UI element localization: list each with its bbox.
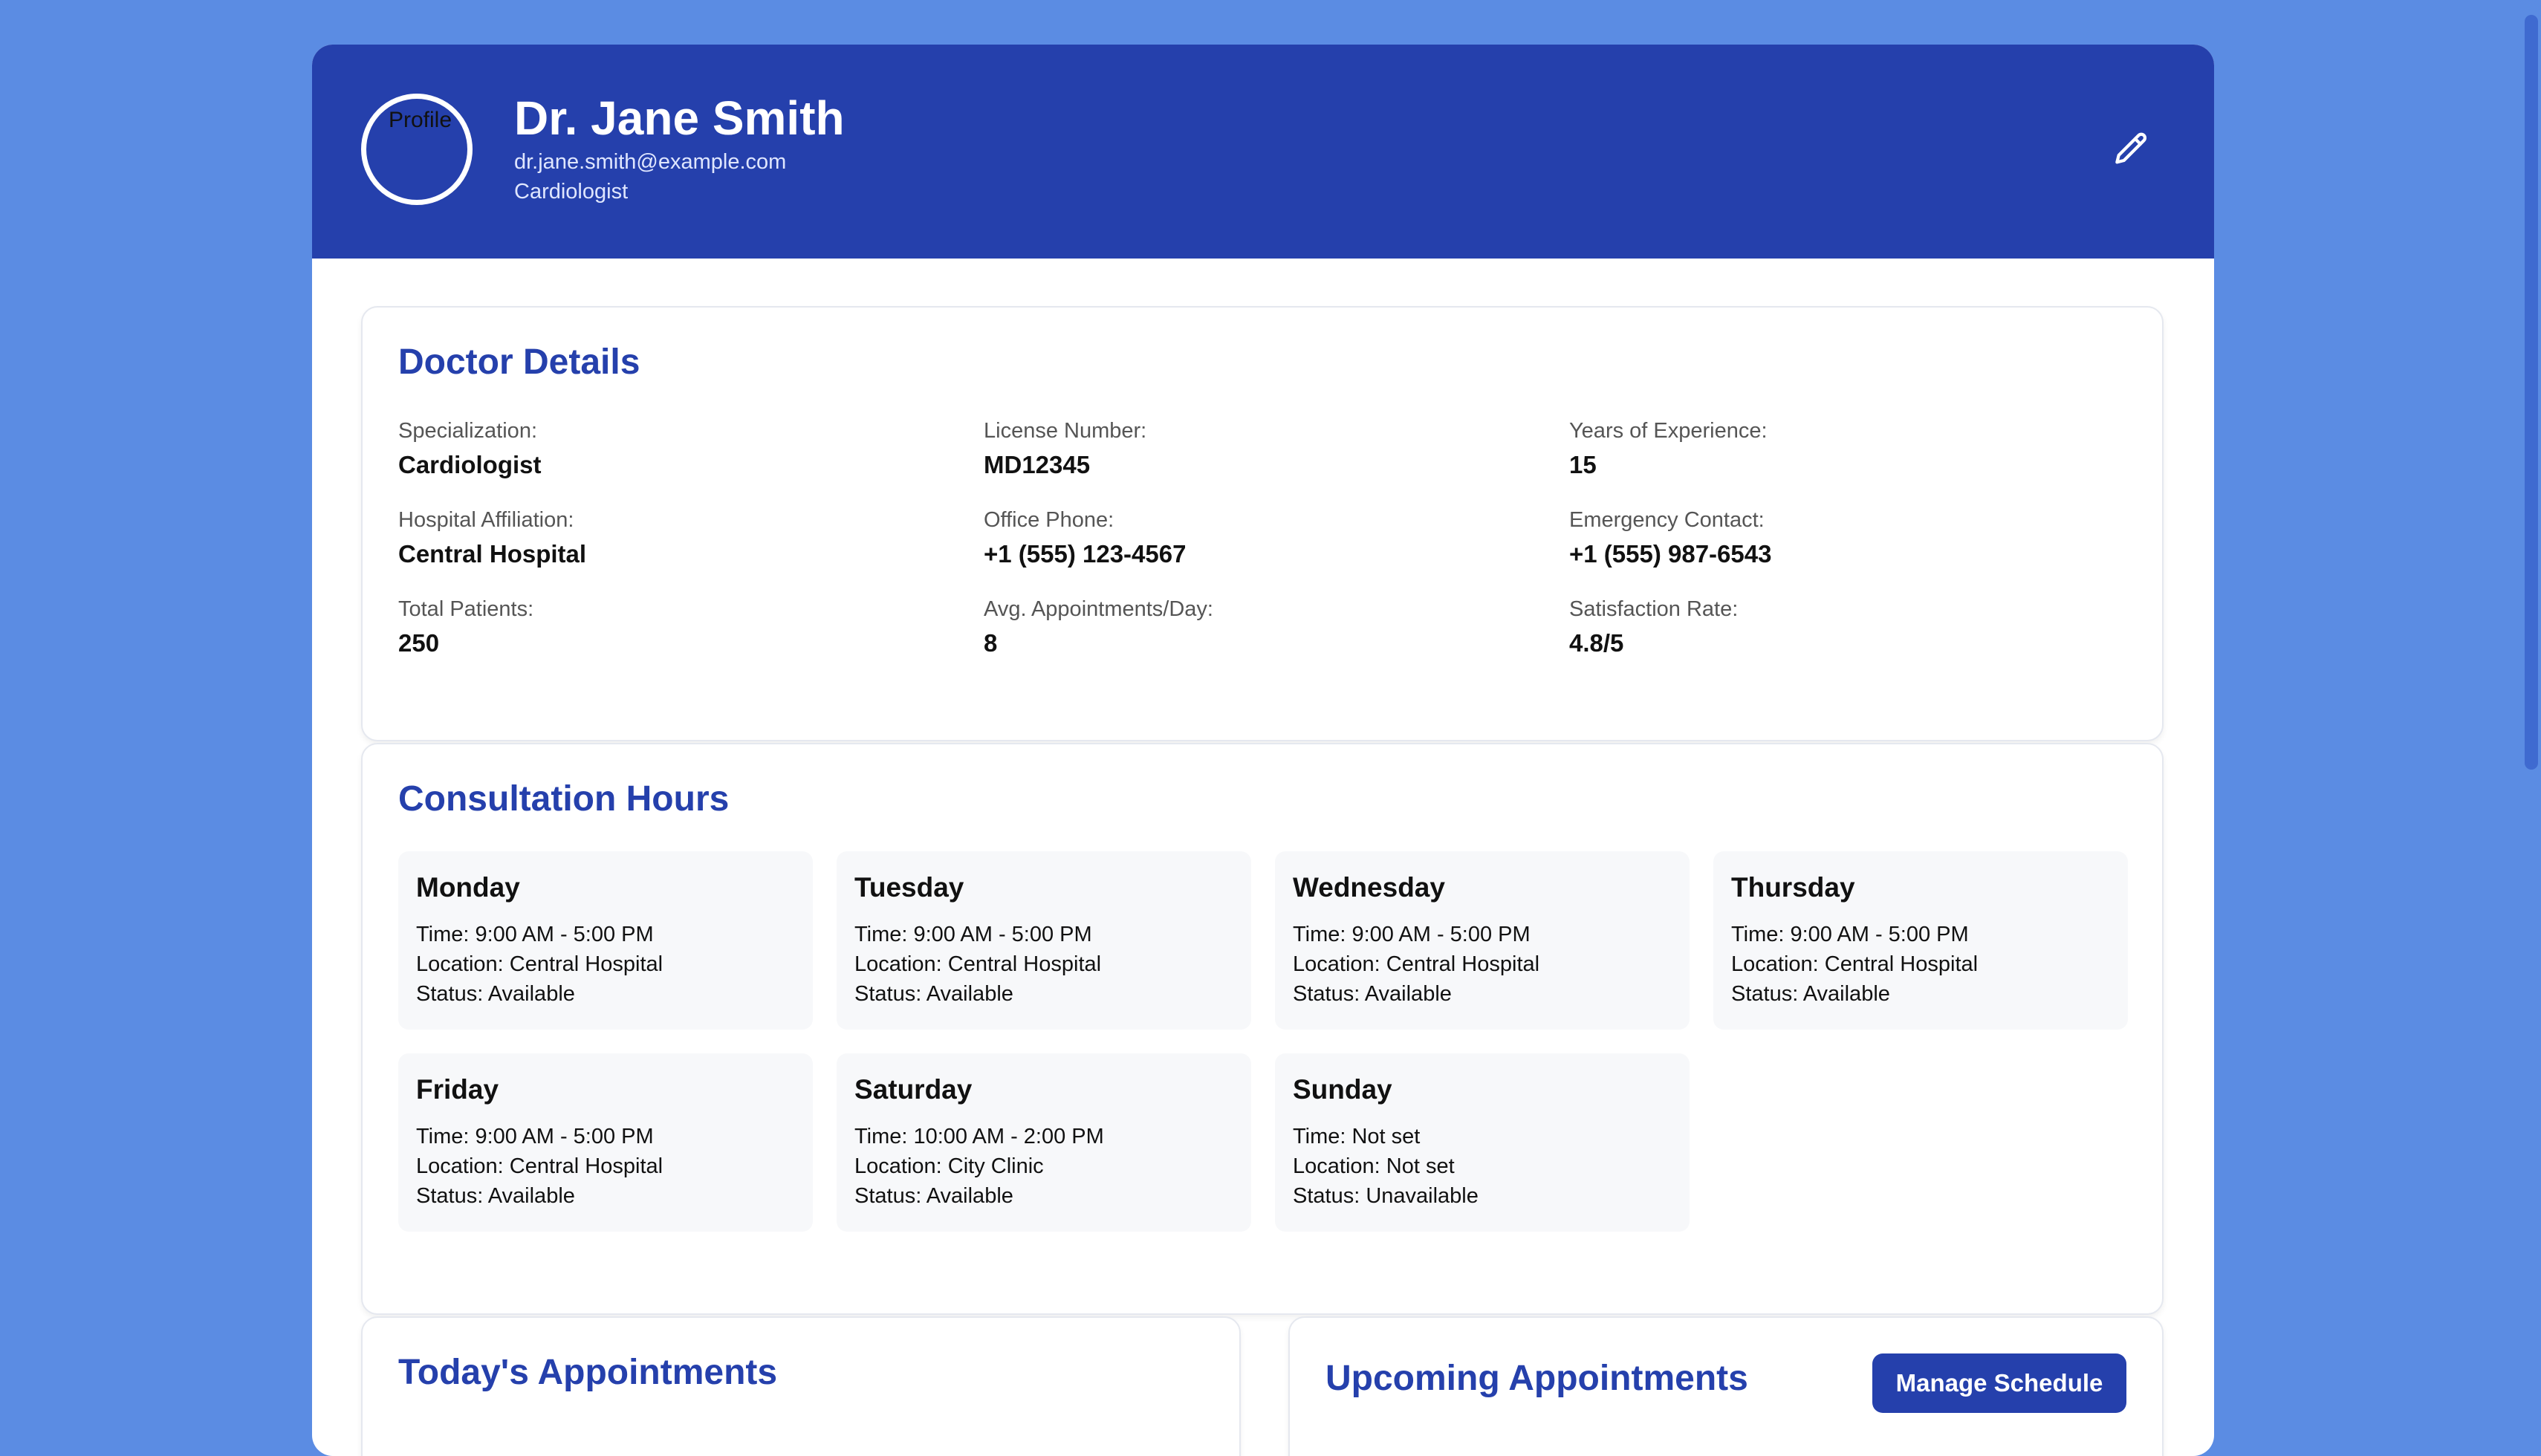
detail-value: +1 (555) 123-4567	[984, 540, 1187, 568]
day-card-monday: Monday Time: 9:00 AM - 5:00 PM Location:…	[398, 851, 813, 1030]
day-card-friday: Friday Time: 9:00 AM - 5:00 PM Location:…	[398, 1053, 813, 1232]
day-name: Tuesday	[854, 872, 964, 903]
detail-avg-appointments: Avg. Appointments/Day: 8	[984, 597, 1213, 657]
day-card-tuesday: Tuesday Time: 9:00 AM - 5:00 PM Location…	[837, 851, 1251, 1030]
detail-label: Office Phone:	[984, 508, 1114, 532]
detail-value: MD12345	[984, 451, 1091, 478]
detail-years-experience: Years of Experience: 15	[1569, 419, 1768, 479]
detail-value: 4.8/5	[1569, 629, 1624, 657]
detail-office-phone: Office Phone: +1 (555) 123-4567	[984, 508, 1186, 568]
day-name: Thursday	[1731, 872, 1855, 903]
day-time: Time: 9:00 AM - 5:00 PM	[416, 923, 654, 946]
detail-label: Avg. Appointments/Day:	[984, 597, 1213, 621]
detail-value: 250	[398, 629, 440, 657]
doctor-details-title: Doctor Details	[398, 342, 640, 382]
detail-label: Emergency Contact:	[1569, 508, 1765, 532]
day-location: Location: Central Hospital	[1731, 952, 1979, 976]
detail-satisfaction-rate: Satisfaction Rate: 4.8/5	[1569, 597, 1738, 657]
day-card-thursday: Thursday Time: 9:00 AM - 5:00 PM Locatio…	[1713, 851, 2128, 1030]
page-scrollbar[interactable]	[2520, 0, 2541, 1404]
day-name: Saturday	[854, 1074, 973, 1105]
day-status: Status: Available	[1731, 982, 1890, 1006]
todays-appointments-panel: Today's Appointments	[361, 1316, 1241, 1456]
avatar-alt-text: Profile	[389, 108, 452, 132]
detail-value: +1 (555) 987-6543	[1569, 540, 1772, 568]
day-status: Status: Available	[416, 1184, 575, 1208]
doctor-specialty: Cardiologist	[514, 180, 629, 204]
detail-label: Total Patients:	[398, 597, 534, 621]
day-time: Time: 9:00 AM - 5:00 PM	[1293, 923, 1531, 946]
day-status: Status: Available	[854, 1184, 1013, 1208]
detail-license-number: License Number: MD12345	[984, 419, 1146, 479]
consultation-hours-panel: Consultation Hours Monday Time: 9:00 AM …	[361, 743, 2164, 1315]
day-name: Sunday	[1293, 1074, 1392, 1105]
detail-label: Years of Experience:	[1569, 419, 1768, 443]
detail-label: Satisfaction Rate:	[1569, 597, 1739, 621]
day-location: Location: Central Hospital	[416, 1154, 663, 1178]
day-status: Status: Available	[854, 982, 1013, 1006]
upcoming-appointments-panel: Upcoming Appointments Manage Schedule	[1288, 1316, 2164, 1456]
day-time: Time: 9:00 AM - 5:00 PM	[854, 923, 1092, 946]
doctor-email: dr.jane.smith@example.com	[514, 150, 787, 174]
consultation-hours-title: Consultation Hours	[398, 779, 730, 819]
detail-label: Hospital Affiliation:	[398, 508, 574, 532]
detail-value: Cardiologist	[398, 451, 542, 478]
detail-specialization: Specialization: Cardiologist	[398, 419, 542, 479]
day-location: Location: Central Hospital	[854, 952, 1102, 976]
detail-label: License Number:	[984, 419, 1147, 443]
todays-appointments-title: Today's Appointments	[398, 1353, 778, 1392]
doctor-details-panel: Doctor Details Specialization: Cardiolog…	[361, 306, 2164, 741]
detail-label: Specialization:	[398, 419, 537, 443]
upcoming-appointments-title: Upcoming Appointments	[1325, 1359, 1748, 1398]
day-time: Time: 9:00 AM - 5:00 PM	[416, 1125, 654, 1148]
scrollbar-thumb[interactable]	[2525, 15, 2538, 770]
day-location: Location: Not set	[1293, 1154, 1455, 1178]
day-name: Monday	[416, 872, 520, 903]
detail-emergency-contact: Emergency Contact: +1 (555) 987-6543	[1569, 508, 1771, 568]
detail-value: Central Hospital	[398, 540, 587, 568]
day-status: Status: Available	[1293, 982, 1452, 1006]
profile-card: Profile Dr. Jane Smith dr.jane.smith@exa…	[312, 45, 2214, 1456]
day-location: Location: City Clinic	[854, 1154, 1044, 1178]
day-time: Time: Not set	[1293, 1125, 1421, 1148]
day-card-sunday: Sunday Time: Not set Location: Not set S…	[1275, 1053, 1690, 1232]
day-name: Wednesday	[1293, 872, 1445, 903]
detail-total-patients: Total Patients: 250	[398, 597, 533, 657]
day-location: Location: Central Hospital	[416, 952, 663, 976]
day-card-saturday: Saturday Time: 10:00 AM - 2:00 PM Locati…	[837, 1053, 1251, 1232]
day-time: Time: 9:00 AM - 5:00 PM	[1731, 923, 1969, 946]
profile-header: Profile Dr. Jane Smith dr.jane.smith@exa…	[312, 45, 2214, 259]
day-card-wednesday: Wednesday Time: 9:00 AM - 5:00 PM Locati…	[1275, 851, 1690, 1030]
detail-value: 15	[1569, 451, 1597, 478]
day-location: Location: Central Hospital	[1293, 952, 1540, 976]
doctor-name: Dr. Jane Smith	[514, 91, 845, 145]
pencil-icon	[2115, 132, 2147, 164]
day-time: Time: 10:00 AM - 2:00 PM	[854, 1125, 1104, 1148]
detail-hospital-affiliation: Hospital Affiliation: Central Hospital	[398, 508, 586, 568]
day-name: Friday	[416, 1074, 499, 1105]
day-status: Status: Available	[416, 982, 575, 1006]
avatar: Profile	[361, 94, 473, 205]
day-status: Status: Unavailable	[1293, 1184, 1479, 1208]
edit-profile-button[interactable]	[2110, 129, 2152, 171]
detail-value: 8	[984, 629, 998, 657]
manage-schedule-button[interactable]: Manage Schedule	[1872, 1353, 2126, 1413]
